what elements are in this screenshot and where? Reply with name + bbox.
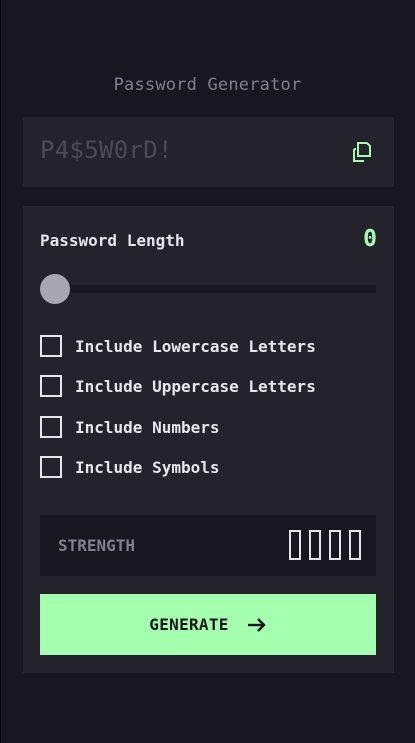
window-edge: [0, 0, 1, 743]
strength-label: STRENGTH: [58, 536, 136, 555]
lowercase-label: Include Lowercase Letters: [75, 336, 316, 356]
numbers-checkbox[interactable]: [40, 416, 62, 438]
settings-panel: Password Length 0 Include Lowercase Lett…: [23, 206, 394, 673]
password-output: P4$5W0rD!: [23, 117, 394, 187]
strength-bars: [289, 530, 361, 560]
length-slider-track[interactable]: [40, 285, 376, 293]
option-uppercase[interactable]: Include Uppercase Letters: [40, 375, 316, 397]
length-slider-thumb[interactable]: [40, 274, 70, 304]
length-value: 0: [363, 226, 377, 252]
password-display[interactable]: P4$5W0rD!: [40, 136, 173, 164]
copy-icon-graphic: [353, 142, 371, 162]
length-label: Password Length: [40, 231, 185, 250]
strength-bar: [329, 530, 341, 560]
strength-meter: STRENGTH: [40, 515, 376, 576]
uppercase-checkbox[interactable]: [40, 375, 62, 397]
symbols-label: Include Symbols: [75, 457, 220, 477]
strength-bar: [349, 530, 361, 560]
symbols-checkbox[interactable]: [40, 456, 62, 478]
lowercase-checkbox[interactable]: [40, 335, 62, 357]
generate-label: GENERATE: [149, 615, 229, 634]
copy-icon[interactable]: [350, 140, 374, 164]
arrow-right-icon: [247, 617, 267, 633]
numbers-label: Include Numbers: [75, 417, 220, 437]
option-lowercase[interactable]: Include Lowercase Letters: [40, 335, 316, 357]
generate-button[interactable]: GENERATE: [40, 594, 376, 655]
option-symbols[interactable]: Include Symbols: [40, 456, 220, 478]
option-numbers[interactable]: Include Numbers: [40, 416, 220, 438]
strength-bar: [289, 530, 301, 560]
strength-bar: [309, 530, 321, 560]
app-title: Password Generator: [113, 75, 302, 95]
uppercase-label: Include Uppercase Letters: [75, 376, 316, 396]
